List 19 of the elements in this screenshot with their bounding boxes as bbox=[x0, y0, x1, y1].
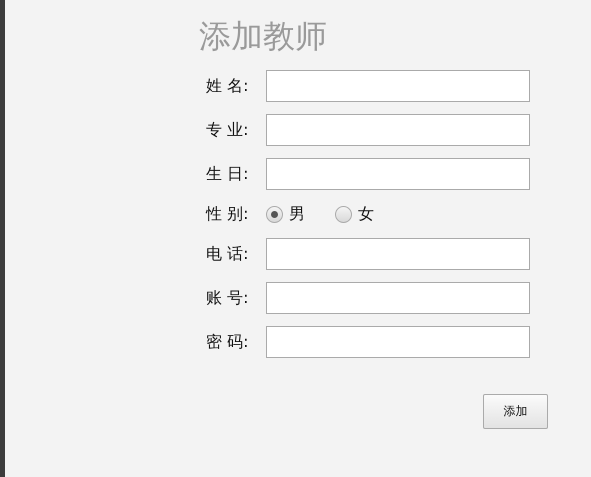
field-label: 账 号: bbox=[205, 288, 250, 308]
add-button[interactable]: 添加 bbox=[483, 394, 548, 429]
field-label: 姓 名: bbox=[205, 76, 250, 96]
radio-label[interactable]: 男 bbox=[289, 204, 305, 224]
field-label: 密 码: bbox=[205, 332, 250, 352]
field-label: 性 别: bbox=[204, 204, 250, 224]
field-label: 电 话: bbox=[205, 244, 250, 264]
input-field[interactable] bbox=[266, 114, 530, 146]
input-field[interactable] bbox=[266, 326, 530, 358]
field-label: 专 业: bbox=[205, 120, 250, 140]
input-field[interactable] bbox=[266, 282, 530, 314]
input-field[interactable] bbox=[266, 238, 530, 270]
field-label: 生 日: bbox=[205, 164, 250, 184]
page-title: 添加教师 bbox=[199, 16, 328, 56]
radio-button[interactable] bbox=[266, 206, 283, 222]
input-field[interactable] bbox=[266, 158, 530, 190]
input-field[interactable] bbox=[266, 70, 530, 102]
radio-label[interactable]: 女 bbox=[358, 204, 374, 224]
radio-button[interactable] bbox=[335, 206, 352, 222]
